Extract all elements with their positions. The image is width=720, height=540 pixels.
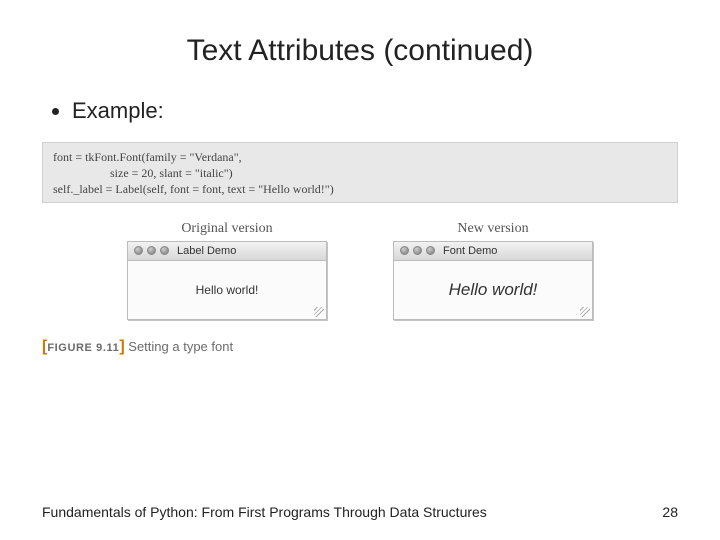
demo-col-right: New version Font Demo Hello world! (388, 221, 598, 320)
window-new: Font Demo Hello world! (393, 241, 593, 320)
resize-grip-icon (580, 307, 590, 317)
footer-text: Fundamentals of Python: From First Progr… (42, 504, 487, 520)
page-number: 28 (662, 504, 678, 520)
demo-col-left: Original version Label Demo Hello world! (122, 221, 332, 320)
bullet-item: Example: (72, 98, 678, 124)
minimize-icon (147, 246, 156, 255)
zoom-icon (160, 246, 169, 255)
label-text-new: Hello world! (449, 280, 538, 300)
zoom-icon (426, 246, 435, 255)
demo-row: Original version Label Demo Hello world!… (42, 221, 678, 320)
label-text-original: Hello world! (196, 283, 259, 297)
figure-caption: [FIGURE 9.11] Setting a type font (42, 338, 678, 356)
resize-grip-icon (314, 307, 324, 317)
code-example: font = tkFont.Font(family = "Verdana", s… (42, 142, 678, 203)
window-body: Hello world! (128, 261, 326, 319)
figure-text: Setting a type font (125, 339, 233, 354)
figure-label: FIGURE 9.11 (47, 342, 119, 354)
minimize-icon (413, 246, 422, 255)
bullet-list: Example: (42, 98, 678, 124)
demo-caption-left: Original version (181, 221, 272, 237)
window-title: Font Demo (443, 245, 497, 257)
window-body: Hello world! (394, 261, 592, 319)
close-icon (134, 246, 143, 255)
window-title: Label Demo (177, 245, 236, 257)
window-titlebar: Label Demo (128, 242, 326, 261)
close-icon (400, 246, 409, 255)
window-titlebar: Font Demo (394, 242, 592, 261)
demo-caption-right: New version (457, 221, 528, 237)
window-original: Label Demo Hello world! (127, 241, 327, 320)
slide-title: Text Attributes (continued) (42, 34, 678, 68)
